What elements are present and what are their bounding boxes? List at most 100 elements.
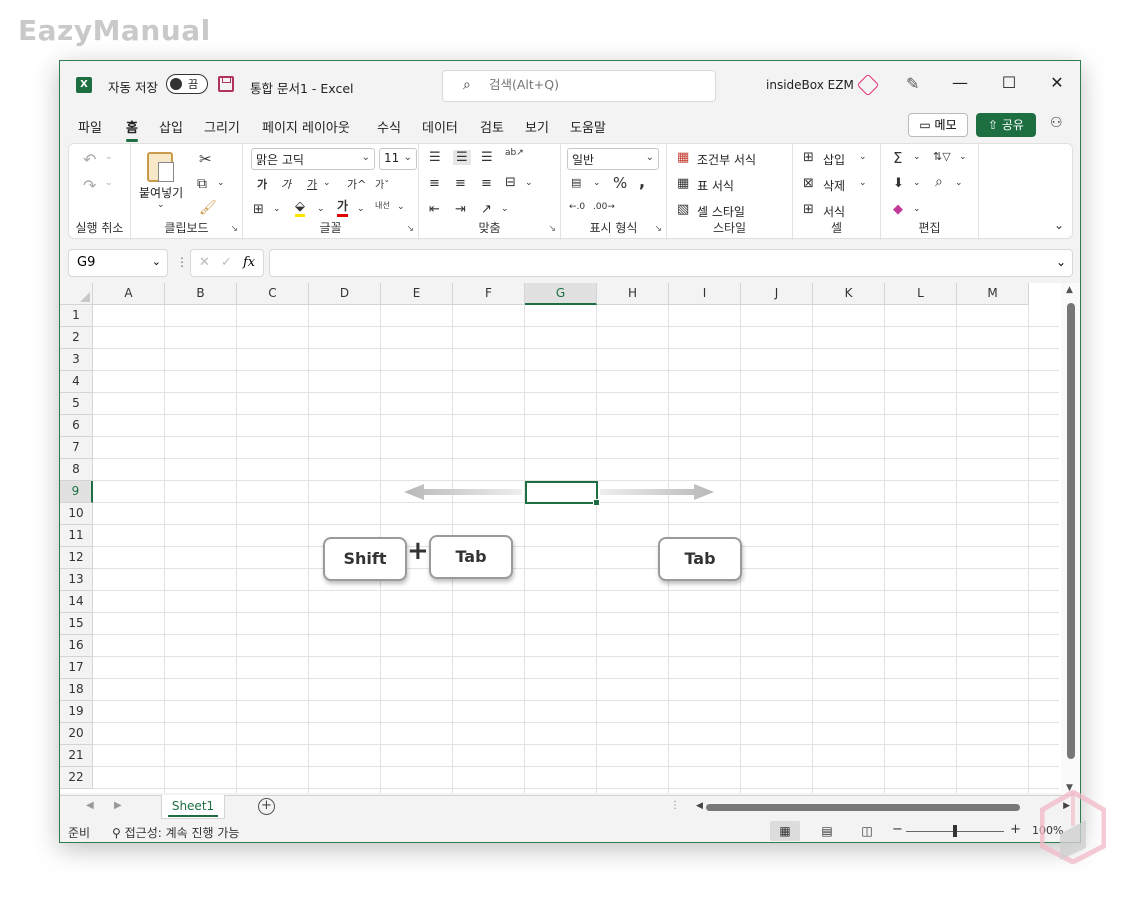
- row-header-16[interactable]: 16: [60, 635, 93, 657]
- fill-icon[interactable]: ⬇: [893, 176, 904, 191]
- column-header-l[interactable]: L: [885, 283, 957, 305]
- conditional-format-label[interactable]: 조건부 서식: [697, 151, 756, 168]
- align-middle-icon[interactable]: ☰: [453, 150, 471, 165]
- tab-page-layout[interactable]: 페이지 레이아웃: [262, 117, 350, 136]
- autosum-icon[interactable]: Σ: [893, 149, 902, 167]
- prev-sheet-icon[interactable]: ◀: [86, 800, 94, 811]
- dialog-launcher-icon[interactable]: ↘: [230, 224, 238, 234]
- font-name-select[interactable]: 맑은 고딕 ⌄: [251, 148, 375, 170]
- zoom-out-icon[interactable]: −: [892, 822, 903, 837]
- chevron-down-icon[interactable]: ⌄: [273, 204, 281, 214]
- align-center-icon[interactable]: ≡: [455, 176, 466, 191]
- row-header-9[interactable]: 9: [60, 481, 93, 503]
- row-header-10[interactable]: 10: [60, 503, 93, 525]
- save-icon[interactable]: [218, 76, 234, 92]
- sheet-tab-sheet1[interactable]: Sheet1: [161, 795, 225, 819]
- borders-icon[interactable]: ⊞: [253, 202, 264, 217]
- align-right-icon[interactable]: ≡: [481, 176, 492, 191]
- row-header-7[interactable]: 7: [60, 437, 93, 459]
- fill-color-icon[interactable]: ⬙: [295, 200, 305, 217]
- font-color-icon[interactable]: 가: [337, 199, 349, 217]
- row-header-5[interactable]: 5: [60, 393, 93, 415]
- cell-area[interactable]: [93, 305, 1059, 793]
- clear-eraser-icon[interactable]: ◆: [893, 202, 903, 217]
- number-format-select[interactable]: 일반 ⌄: [567, 148, 659, 170]
- copy-icon[interactable]: ⧉: [197, 176, 207, 192]
- add-sheet-icon[interactable]: +: [258, 798, 275, 815]
- chevron-down-icon[interactable]: ⌄: [859, 152, 867, 162]
- bold-icon[interactable]: 가: [257, 176, 267, 192]
- cancel-icon[interactable]: ✕: [199, 255, 210, 270]
- chevron-down-icon[interactable]: ⌄: [217, 178, 225, 188]
- chevron-down-icon[interactable]: ⌄: [955, 178, 963, 188]
- page-layout-view-icon[interactable]: ▤: [812, 821, 842, 841]
- column-header-e[interactable]: E: [381, 283, 453, 305]
- hscroll-thumb[interactable]: [706, 804, 1020, 811]
- scroll-left-icon[interactable]: ◀: [696, 801, 703, 811]
- accounting-format-icon[interactable]: ▤: [571, 176, 581, 189]
- row-header-6[interactable]: 6: [60, 415, 93, 437]
- row-header-22[interactable]: 22: [60, 767, 93, 789]
- zoom-knob[interactable]: [953, 825, 957, 837]
- increase-indent-icon[interactable]: ⇥: [455, 202, 466, 217]
- row-header-14[interactable]: 14: [60, 591, 93, 613]
- chevron-down-icon[interactable]: ⌄: [959, 152, 967, 162]
- dialog-launcher-icon[interactable]: ↘: [548, 224, 556, 234]
- tab-review[interactable]: 검토: [480, 117, 504, 136]
- chevron-down-icon[interactable]: ⌄: [913, 204, 921, 214]
- search-box[interactable]: ⌕: [442, 70, 716, 102]
- comma-style-icon[interactable]: ,: [639, 172, 645, 191]
- column-header-k[interactable]: K: [813, 283, 885, 305]
- format-cells-icon[interactable]: ⊞: [803, 202, 814, 217]
- designer-pen-icon[interactable]: ✎: [906, 74, 919, 93]
- column-header-d[interactable]: D: [309, 283, 381, 305]
- normal-view-icon[interactable]: ▦: [770, 821, 800, 841]
- select-all-corner[interactable]: [60, 283, 93, 305]
- decrease-decimal-icon[interactable]: .00→: [593, 202, 615, 212]
- scroll-thumb[interactable]: [1067, 303, 1075, 759]
- cell-styles-label[interactable]: 셀 스타일: [697, 203, 745, 220]
- premium-gem-icon[interactable]: [856, 73, 880, 97]
- autosave-toggle[interactable]: 끔: [166, 74, 208, 94]
- phonetic-guide-icon[interactable]: 내선: [375, 200, 390, 211]
- tab-view[interactable]: 보기: [525, 117, 549, 136]
- row-header-13[interactable]: 13: [60, 569, 93, 591]
- decrease-indent-icon[interactable]: ⇤: [429, 202, 440, 217]
- grip-icon[interactable]: ⋮: [670, 800, 680, 811]
- tab-insert[interactable]: 삽입: [159, 117, 183, 136]
- chevron-down-icon[interactable]: ⌄: [105, 178, 113, 188]
- formula-input[interactable]: ⌄: [269, 249, 1073, 277]
- tab-home[interactable]: 홈: [126, 117, 138, 142]
- name-box[interactable]: G9 ⌄: [68, 249, 168, 277]
- column-header-i[interactable]: I: [669, 283, 741, 305]
- next-sheet-icon[interactable]: ▶: [114, 800, 122, 811]
- format-cells-label[interactable]: 서식: [823, 203, 845, 220]
- column-header-c[interactable]: C: [237, 283, 309, 305]
- tab-draw[interactable]: 그리기: [204, 117, 240, 136]
- accessibility-status[interactable]: ⚲ 접근성: 계속 진행 가능: [112, 824, 239, 841]
- redo-icon[interactable]: ↷: [83, 176, 96, 195]
- tab-data[interactable]: 데이터: [422, 117, 458, 136]
- chevron-down-icon[interactable]: ⌄: [397, 202, 405, 212]
- tab-help[interactable]: 도움말: [570, 117, 606, 136]
- increase-decimal-icon[interactable]: ←.0: [569, 202, 585, 212]
- active-cell-g9[interactable]: [525, 481, 600, 506]
- delete-cells-icon[interactable]: ⊠: [803, 176, 814, 191]
- horizontal-scrollbar[interactable]: ⋮ ◀ ▶: [670, 799, 1070, 815]
- chevron-down-icon[interactable]: ⌄: [525, 178, 533, 188]
- cut-icon[interactable]: ✂: [199, 150, 212, 168]
- row-header-1[interactable]: 1: [60, 305, 93, 327]
- italic-icon[interactable]: 가: [281, 176, 291, 192]
- tab-formulas[interactable]: 수식: [377, 117, 401, 136]
- chevron-down-icon[interactable]: ⌄: [913, 152, 921, 162]
- zoom-in-icon[interactable]: +: [1010, 822, 1021, 837]
- expand-formula-chevron-icon[interactable]: ⌄: [1056, 255, 1066, 269]
- delete-cells-label[interactable]: 삭제: [823, 177, 845, 194]
- formula-bar-grip-icon[interactable]: ⋮: [176, 255, 188, 269]
- dialog-launcher-icon[interactable]: ↘: [406, 224, 414, 234]
- align-top-icon[interactable]: ☰: [429, 150, 441, 165]
- chevron-down-icon[interactable]: ⌄: [105, 152, 113, 162]
- paste-label[interactable]: 붙여넣기: [139, 184, 183, 201]
- tab-file[interactable]: 파일: [78, 117, 102, 136]
- minimize-button[interactable]: —: [948, 73, 972, 92]
